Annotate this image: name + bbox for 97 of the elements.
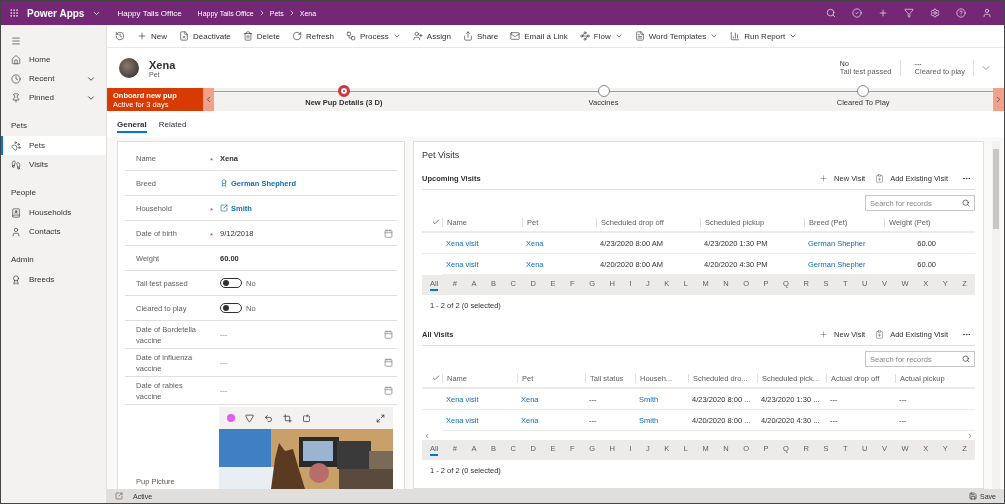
command-icon	[579, 31, 590, 41]
chevron-right-icon	[994, 95, 1003, 104]
nav-item[interactable]: Households	[1, 203, 106, 222]
expand-icon[interactable]	[376, 413, 385, 423]
more-icon[interactable]	[962, 330, 971, 339]
nav-item[interactable]: Pinned	[1, 88, 106, 107]
required-asterisk: *	[210, 156, 214, 165]
nav-icon	[11, 73, 21, 84]
command-icon	[291, 31, 302, 41]
clipboard-icon	[875, 174, 885, 183]
select-all-check-icon[interactable]	[432, 374, 440, 382]
new-button[interactable]: New	[137, 31, 167, 41]
share-button[interactable]: Share	[462, 31, 499, 41]
app-launcher-icon[interactable]	[9, 8, 19, 18]
nav-group-title: Admin	[10, 254, 35, 266]
plus-icon	[819, 174, 829, 183]
chevron-left-icon	[204, 95, 213, 104]
process-button[interactable]: Process	[345, 31, 401, 41]
toggle-switch[interactable]	[220, 303, 242, 313]
search-icon[interactable]	[962, 199, 970, 207]
delete-button[interactable]: Delete	[242, 31, 280, 41]
pet-avatar	[119, 58, 139, 78]
more-icon[interactable]	[962, 174, 971, 183]
required-asterisk: *	[210, 206, 214, 215]
nav-icon	[11, 226, 21, 237]
app-name[interactable]: Power Apps	[27, 7, 85, 19]
open-icon[interactable]	[115, 492, 123, 500]
command-icon	[242, 31, 253, 41]
refresh-button[interactable]: Refresh	[291, 31, 334, 41]
record-icon	[220, 204, 228, 212]
nav-item[interactable]: Recent	[1, 69, 106, 88]
help-icon[interactable]	[956, 8, 966, 18]
rotate-icon[interactable]	[302, 413, 311, 423]
nav-icon	[11, 92, 21, 103]
clipboard-icon	[875, 330, 885, 339]
nav-icon	[11, 54, 21, 65]
record-title: Xena	[149, 58, 176, 71]
crop-icon[interactable]	[283, 413, 292, 423]
record-icon	[220, 179, 228, 187]
command-icon	[179, 31, 189, 41]
flow-button[interactable]: Flow	[579, 31, 623, 41]
plus-icon[interactable]	[878, 8, 888, 18]
save-icon	[969, 492, 978, 500]
target-icon[interactable]	[852, 8, 862, 18]
search-icon[interactable]	[962, 355, 970, 363]
history-icon[interactable]	[115, 31, 125, 41]
menu-icon[interactable]	[11, 35, 21, 46]
stage-marker[interactable]	[857, 85, 870, 97]
section-title: Pet Visits	[422, 149, 461, 162]
color-picker-dot[interactable]	[227, 414, 235, 422]
run-report-button[interactable]: Run Report	[730, 31, 798, 41]
nav-item[interactable]: Visits	[1, 155, 106, 174]
tab[interactable]: General	[117, 120, 147, 133]
scroll-right-icon[interactable]	[967, 432, 973, 439]
environment-name: Happy Tails Office	[117, 8, 182, 18]
filter-icon[interactable]	[245, 413, 254, 423]
command-icon	[634, 31, 645, 41]
word-templates-button[interactable]: Word Templates	[634, 31, 719, 41]
nav-icon	[11, 274, 21, 285]
command-icon	[510, 31, 521, 41]
scroll-left-icon[interactable]	[424, 432, 430, 439]
toggle-switch[interactable]	[220, 278, 242, 288]
tab[interactable]: Related	[158, 120, 187, 133]
vertical-scrollbar[interactable]	[992, 141, 1000, 489]
undo-icon[interactable]	[264, 413, 273, 423]
stage-marker[interactable]	[337, 85, 350, 97]
plus-icon	[819, 330, 829, 339]
email-link-button[interactable]: Email a Link	[510, 31, 568, 41]
calendar-icon[interactable]	[384, 386, 393, 395]
select-all-check-icon[interactable]	[432, 218, 440, 226]
command-icon	[137, 31, 147, 41]
command-icon	[345, 31, 356, 41]
user-icon[interactable]	[982, 8, 992, 18]
nav-group-title: People	[10, 187, 37, 199]
deactivate-button[interactable]: Deactivate	[179, 31, 231, 41]
nav-item[interactable]: Home	[1, 50, 106, 69]
chevron-down-icon	[710, 32, 719, 40]
calendar-icon[interactable]	[384, 228, 393, 238]
settings-icon[interactable]	[930, 8, 940, 18]
nav-item[interactable]: Breeds	[1, 270, 106, 289]
nav-icon	[11, 159, 21, 170]
calendar-icon[interactable]	[384, 358, 393, 367]
required-asterisk: *	[210, 231, 214, 240]
chevron-down-icon	[392, 32, 401, 40]
nav-item[interactable]: Contacts	[1, 222, 106, 241]
assign-button[interactable]: Assign	[412, 31, 451, 41]
stage-marker[interactable]	[597, 85, 610, 97]
calendar-icon[interactable]	[384, 330, 393, 339]
command-icon	[412, 31, 423, 41]
chevron-down-icon	[789, 32, 798, 40]
nav-group-title: Pets	[10, 120, 28, 132]
chevron-down-icon	[614, 32, 623, 40]
command-icon	[730, 31, 741, 41]
command-icon	[462, 31, 473, 41]
nav-item[interactable]: Pets	[1, 136, 106, 155]
nav-icon	[11, 140, 21, 151]
nav-icon	[11, 207, 21, 218]
